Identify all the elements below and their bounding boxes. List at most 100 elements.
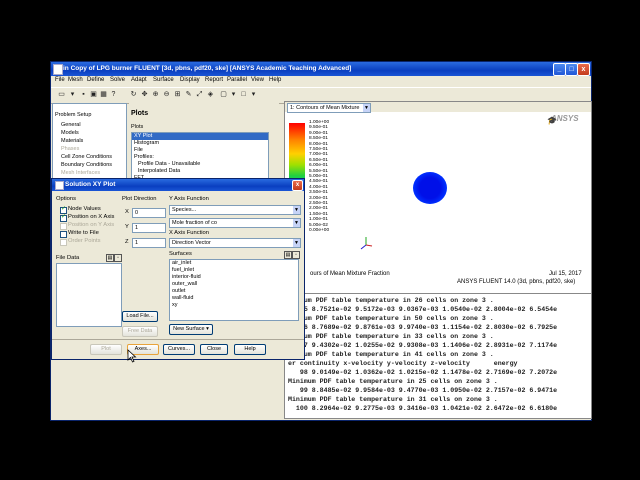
tree-item-models[interactable]: Models	[61, 130, 79, 136]
menu-help[interactable]: Help	[269, 77, 281, 83]
display-icon[interactable]: ▦	[99, 91, 108, 99]
main-title-bar[interactable]: in Copy of LPG burner FLUENT [3d, pbns, …	[51, 62, 591, 76]
position-x-checkbox[interactable]	[60, 213, 67, 222]
y-axis-quantity-select[interactable]: Mole fraction of co ▼	[169, 218, 301, 228]
tree-header[interactable]: Problem Setup	[55, 112, 91, 118]
deselect-all-icon[interactable]: ▫	[114, 254, 122, 262]
zoom-box-icon[interactable]: ⊞	[173, 91, 182, 99]
chevron-down-icon: ▾	[206, 326, 209, 332]
order-points-label: Order Points	[68, 238, 101, 244]
pan-icon[interactable]: ✥	[140, 91, 149, 99]
menu-surface[interactable]: Surface	[153, 77, 174, 83]
menu-view[interactable]: View	[251, 77, 264, 83]
order-points-checkbox[interactable]	[60, 239, 67, 246]
window-layout-icon[interactable]: □	[239, 91, 248, 99]
position-y-checkbox[interactable]	[60, 223, 67, 230]
zoom-out-icon[interactable]: ⊖	[162, 91, 171, 99]
plot-button[interactable]: Plot	[90, 344, 122, 355]
load-file-button[interactable]: Load File...	[122, 311, 158, 322]
y-axis-function-label: Y Axis Function	[169, 196, 209, 202]
chevron-down-icon[interactable]: ▼	[363, 104, 370, 112]
colorbar-label: 8.50e-01	[309, 136, 328, 142]
select-all-surfaces-icon[interactable]: ▤	[284, 251, 292, 259]
tree-item-materials[interactable]: Materials	[61, 138, 83, 144]
plots-item-interpolated[interactable]: Interpolated Data	[132, 168, 268, 175]
contour-blob	[413, 172, 447, 204]
dropdown-arrow-icon[interactable]: ▾	[68, 91, 77, 99]
surface-outer-wall[interactable]: outer_wall	[170, 281, 298, 288]
help-icon[interactable]: ?	[109, 91, 118, 99]
chevron-down-icon[interactable]: ▼	[293, 239, 300, 247]
print-icon[interactable]: ▣	[89, 91, 98, 99]
dialog-title-bar[interactable]: Solution XY Plot x	[52, 179, 304, 191]
tree-item-general[interactable]: General	[61, 122, 81, 128]
tree-item-boundary[interactable]: Boundary Conditions	[61, 162, 112, 168]
plots-item-profile-data[interactable]: Profile Data - Unavailable	[132, 161, 268, 168]
z-direction-input[interactable]: 1	[132, 238, 166, 248]
layout-icon[interactable]: ▢	[219, 91, 228, 99]
colorbar-label: 4.50e-01	[309, 179, 328, 185]
window-dropdown-icon[interactable]: ▾	[249, 91, 258, 99]
surface-outlet[interactable]: outlet	[170, 288, 298, 295]
x-direction-input[interactable]: 0	[132, 208, 166, 218]
surface-air-inlet[interactable]: air_inlet	[170, 260, 298, 267]
plots-item-file[interactable]: File	[132, 147, 268, 154]
x-axis-function-select[interactable]: Direction Vector ▼	[169, 238, 301, 248]
tree-item-phases[interactable]: Phases	[61, 146, 79, 152]
menu-adapt[interactable]: Adapt	[131, 77, 147, 83]
file-data-list[interactable]	[56, 263, 122, 327]
plots-item-profiles[interactable]: Profiles:	[132, 154, 268, 161]
x-axis-function-label: X Axis Function	[169, 230, 209, 236]
dialog-close-icon[interactable]: x	[292, 180, 303, 191]
free-data-button[interactable]: Free Data	[122, 326, 158, 337]
help-button[interactable]: Help	[234, 344, 266, 355]
menu-define[interactable]: Define	[87, 77, 104, 83]
menu-display[interactable]: Display	[180, 77, 200, 83]
y-axis-category-select[interactable]: Species... ▼	[169, 205, 301, 215]
graphics-window-selector[interactable]: 1: Contours of Mean Mixture ▼	[287, 103, 371, 113]
new-surface-button[interactable]: New Surface ▾	[169, 324, 213, 335]
deselect-all-surfaces-icon[interactable]: ▫	[292, 251, 300, 259]
surface-wall-fluid[interactable]: wall-fluid	[170, 295, 298, 302]
view-icon[interactable]: ◈	[206, 91, 215, 99]
console-output[interactable]: inimum PDF table temperature in 26 cells…	[284, 293, 592, 419]
plots-item-histogram[interactable]: Histogram	[132, 140, 268, 147]
open-folder-icon[interactable]: ▭	[57, 91, 66, 99]
surfaces-list[interactable]: air_inlet fuel_inlet interior-fluid oute…	[169, 259, 299, 321]
menu-mesh[interactable]: Mesh	[68, 77, 83, 83]
curves-button[interactable]: Curves...	[163, 344, 195, 355]
y-direction-input[interactable]: 1	[132, 223, 166, 233]
axis-triad-icon	[360, 237, 373, 250]
surface-fuel-inlet[interactable]: fuel_inlet	[170, 267, 298, 274]
chevron-down-icon[interactable]: ▼	[293, 219, 300, 227]
colorbar-label: 5.50e-01	[309, 168, 328, 174]
save-icon[interactable]: ▪	[79, 91, 88, 99]
tree-item-mesh-interfaces[interactable]: Mesh Interfaces	[61, 170, 100, 176]
menu-file[interactable]: File	[55, 77, 65, 83]
graphics-window[interactable]: 1: Contours of Mean Mixture ▼ 1.00e+00 9.…	[284, 101, 592, 294]
rotate-icon[interactable]: ↻	[129, 91, 138, 99]
surface-xy[interactable]: xy	[170, 302, 298, 309]
tree-item-cell-zone[interactable]: Cell Zone Conditions	[61, 154, 112, 160]
graphics-date: Jul 15, 2017	[549, 271, 582, 277]
graphics-selector-value: 1: Contours of Mean Mixture	[290, 105, 360, 111]
surface-interior-fluid[interactable]: interior-fluid	[170, 274, 298, 281]
console-line: 97 9.4302e-02 1.0255e-02 9.9308e-03 1.14…	[288, 342, 558, 349]
layout-dropdown-icon[interactable]: ▾	[229, 91, 238, 99]
plots-item-xy-plot[interactable]: XY Plot	[132, 133, 268, 140]
menu-solve[interactable]: Solve	[110, 77, 125, 83]
app-icon	[53, 64, 63, 75]
zoom-in-icon[interactable]: ⊕	[151, 91, 160, 99]
probe-icon[interactable]: ✎	[184, 91, 193, 99]
write-to-file-checkbox[interactable]	[60, 231, 67, 238]
mouse-cursor-icon	[127, 349, 137, 363]
x-label: X	[125, 209, 129, 215]
menu-report[interactable]: Report	[205, 77, 223, 83]
colorbar-label: 3.50e-01	[309, 190, 328, 196]
menu-parallel[interactable]: Parallel	[227, 77, 247, 83]
select-all-icon[interactable]: ▤	[106, 254, 114, 262]
fit-icon[interactable]: ⤢	[195, 91, 204, 99]
close-button[interactable]: x	[577, 63, 590, 76]
close-dialog-button[interactable]: Close	[200, 344, 228, 355]
chevron-down-icon[interactable]: ▼	[293, 206, 300, 214]
